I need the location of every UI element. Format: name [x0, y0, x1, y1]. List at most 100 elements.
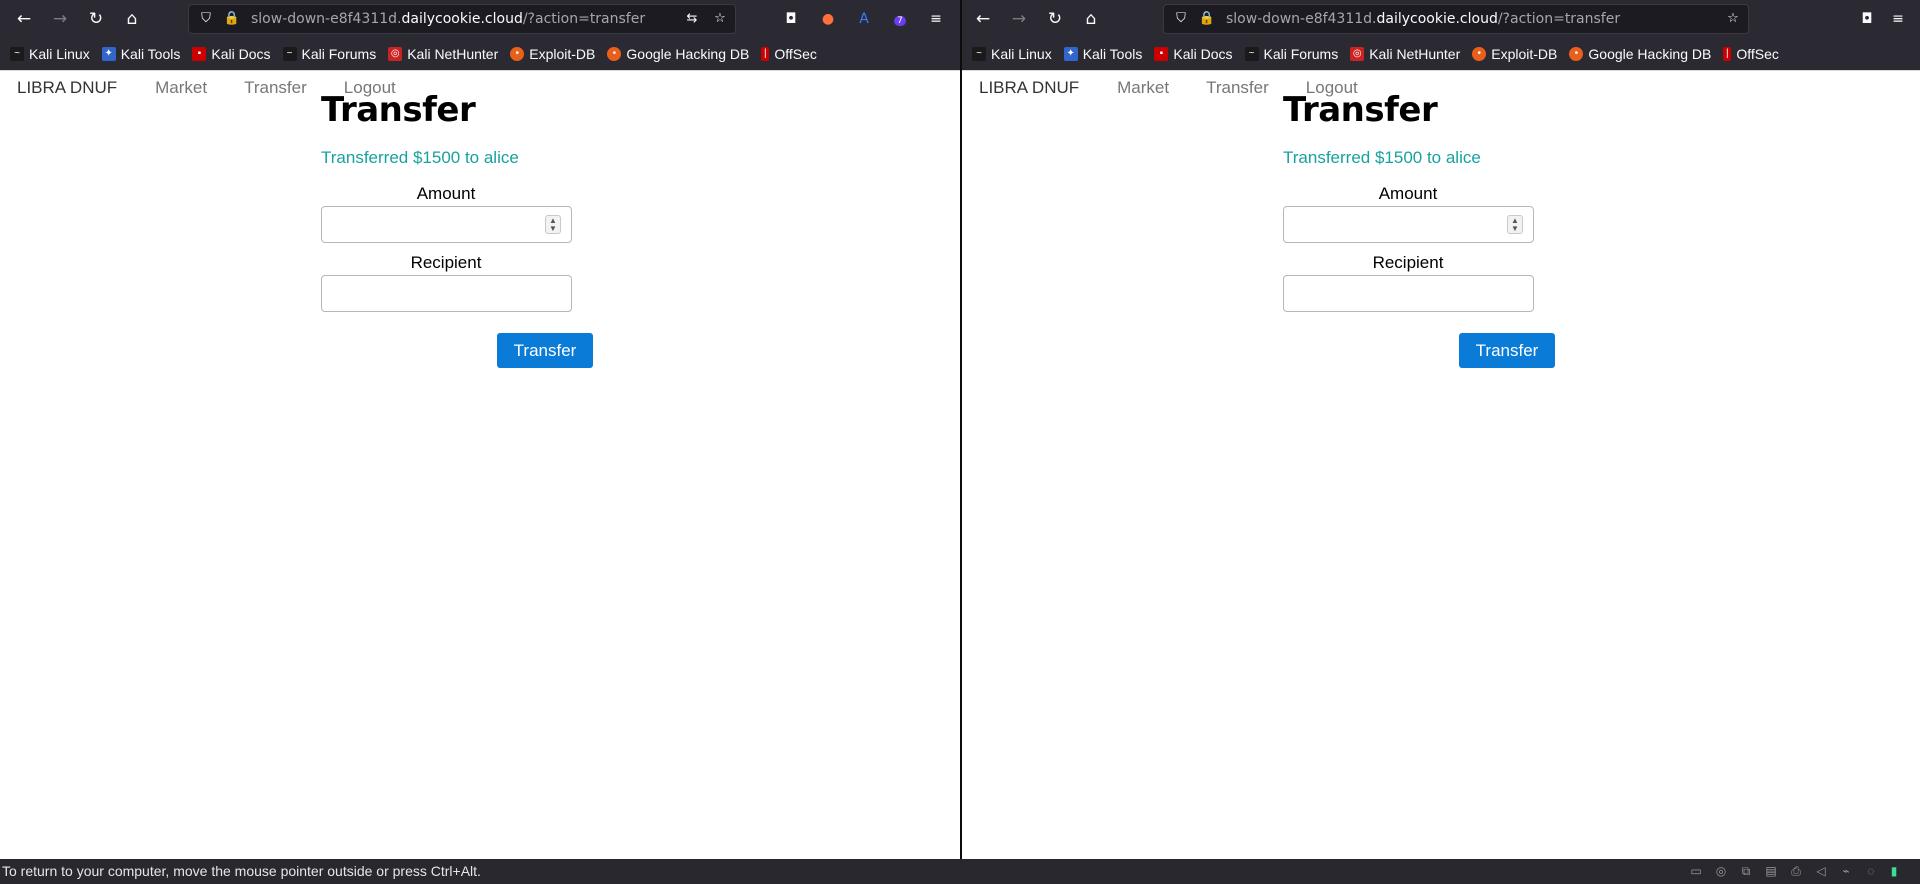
- bookmark-label: Exploit-DB: [529, 46, 596, 62]
- bookmark-kali-docs[interactable]: ▪ Kali Docs: [1154, 46, 1233, 62]
- home-button[interactable]: ⌂: [1078, 6, 1104, 32]
- bookmark-kali-docs[interactable]: ▪ Kali Docs: [192, 46, 271, 62]
- bookmark-exploit-db[interactable]: • Exploit-DB: [1472, 46, 1557, 62]
- url-text[interactable]: slow-down-e8f4311d.dailycookie.cloud/?ac…: [1226, 11, 1620, 27]
- nav-market[interactable]: Market: [155, 78, 207, 98]
- home-button[interactable]: ⌂: [119, 6, 145, 32]
- status-message: To return to your computer, move the mou…: [2, 863, 481, 879]
- pocket-icon[interactable]: ◘: [780, 8, 802, 30]
- bookmark-kali-linux[interactable]: ~ Kali Linux: [972, 46, 1052, 62]
- amount-input[interactable]: ▲ ▼: [321, 206, 572, 243]
- reload-button[interactable]: ↻: [1042, 6, 1068, 32]
- bookmark-offsec[interactable]: | OffSec: [1723, 46, 1779, 62]
- keyboard-capture-icon[interactable]: ▮: [1886, 863, 1902, 879]
- hdd-icon[interactable]: ▭: [1688, 863, 1704, 879]
- vm-screen: ← → ↻ ⌂ ⛉ 🔒 slow-down-e8f4311d.dailycook…: [0, 0, 1920, 884]
- amount-input[interactable]: ▲ ▼: [1283, 206, 1534, 243]
- bookmark-label: Kali Tools: [1082, 46, 1143, 62]
- bookmark-kali-linux[interactable]: ~ Kali Linux: [10, 46, 90, 62]
- page-title: Transfer: [321, 90, 476, 130]
- lock-icon[interactable]: 🔒: [1198, 10, 1216, 28]
- bookmark-kali-forums[interactable]: ~ Kali Forums: [282, 46, 377, 62]
- page-title: Transfer: [1283, 90, 1438, 130]
- bookmark-star-icon[interactable]: ☆: [1724, 10, 1742, 28]
- url-bar[interactable]: ⛉ 🔒 slow-down-e8f4311d.dailycookie.cloud…: [188, 4, 736, 34]
- bookmark-kali-tools[interactable]: ✦ Kali Tools: [101, 46, 181, 62]
- usb-icon[interactable]: ⌁: [1838, 863, 1854, 879]
- optical-drive-icon[interactable]: ◎: [1713, 863, 1729, 879]
- forward-button[interactable]: →: [1006, 6, 1032, 32]
- recipient-input[interactable]: [1283, 275, 1534, 312]
- shield-icon[interactable]: ⛉: [197, 10, 215, 28]
- transfer-submit-button[interactable]: Transfer: [497, 333, 593, 368]
- forward-button[interactable]: →: [47, 6, 73, 32]
- browser-toolbar: ← → ↻ ⌂ ⛉ 🔒 slow-down-e8f4311d.dailycook…: [0, 0, 960, 38]
- pocket-icon[interactable]: ◘: [1856, 8, 1878, 30]
- menu-icon[interactable]: ≡: [1887, 8, 1909, 30]
- back-button[interactable]: ←: [970, 6, 996, 32]
- translate-icon[interactable]: ⇆: [683, 10, 701, 28]
- exploit-db-icon: •: [510, 47, 525, 61]
- lock-icon[interactable]: 🔒: [223, 10, 241, 28]
- recipient-label: Recipient: [410, 253, 482, 272]
- capture-icon[interactable]: ◌: [1863, 863, 1879, 879]
- bookmark-label: OffSec: [774, 46, 817, 62]
- bookmark-label: Kali Forums: [301, 46, 377, 62]
- bookmark-label: Kali Docs: [211, 46, 271, 62]
- bookmark-google-hacking-db[interactable]: • Google Hacking DB: [607, 46, 749, 62]
- bookmark-label: Kali Tools: [120, 46, 181, 62]
- success-message: Transferred $1500 to alice: [321, 148, 519, 167]
- shared-folder-icon[interactable]: ▤: [1763, 863, 1779, 879]
- menu-icon[interactable]: ≡: [925, 8, 947, 30]
- browser-toolbar: ← → ↻ ⌂ ⛉ 🔒 slow-down-e8f4311d.dailycook…: [962, 0, 1920, 38]
- browser-window-right: ← → ↻ ⌂ ⛉ 🔒 slow-down-e8f4311d.dailycook…: [962, 0, 1920, 859]
- bookmark-star-icon[interactable]: ☆: [711, 10, 729, 28]
- amount-spinner[interactable]: ▲ ▼: [545, 215, 561, 234]
- url-text[interactable]: slow-down-e8f4311d.dailycookie.cloud/?ac…: [251, 11, 645, 27]
- kali-nethunter-icon: ◎: [388, 47, 403, 61]
- nav-transfer[interactable]: Transfer: [244, 78, 307, 98]
- google-hacking-db-icon: •: [607, 47, 622, 61]
- transfer-submit-button[interactable]: Transfer: [1459, 333, 1555, 368]
- bookmark-label: Kali NetHunter: [1369, 46, 1461, 62]
- back-button[interactable]: ←: [11, 6, 37, 32]
- amount-label: Amount: [1378, 184, 1438, 203]
- bookmark-kali-nethunter[interactable]: ◎ Kali NetHunter: [1350, 46, 1460, 62]
- bookmark-kali-forums[interactable]: ~ Kali Forums: [1244, 46, 1339, 62]
- foxyproxy-icon[interactable]: ●: [817, 8, 839, 30]
- bookmark-label: Google Hacking DB: [1588, 46, 1712, 62]
- amount-label: Amount: [416, 184, 476, 203]
- nav-market[interactable]: Market: [1117, 78, 1169, 98]
- url-bar[interactable]: ⛉ 🔒 slow-down-e8f4311d.dailycookie.cloud…: [1163, 4, 1749, 34]
- bookmark-label: Kali Forums: [1263, 46, 1339, 62]
- bookmark-google-hacking-db[interactable]: • Google Hacking DB: [1569, 46, 1711, 62]
- vm-status-bar: To return to your computer, move the mou…: [0, 859, 1920, 884]
- network-icon[interactable]: ⧉: [1738, 863, 1754, 879]
- bookmark-offsec[interactable]: | OffSec: [761, 46, 817, 62]
- bookmark-exploit-db[interactable]: • Exploit-DB: [510, 46, 595, 62]
- kali-tools-icon: ✦: [101, 47, 116, 61]
- web-page: LIBRA DNUF Market Transfer Logout Transf…: [0, 70, 960, 859]
- success-message: Transferred $1500 to alice: [1283, 148, 1481, 167]
- extension-badge-icon[interactable]: 7: [889, 8, 911, 30]
- offsec-icon: |: [1723, 47, 1732, 61]
- kali-docs-icon: ▪: [1154, 47, 1169, 61]
- extension-icon[interactable]: A: [853, 8, 875, 30]
- web-page: LIBRA DNUF Market Transfer Logout Transf…: [962, 70, 1920, 859]
- reload-button[interactable]: ↻: [83, 6, 109, 32]
- printer-icon[interactable]: ⎙: [1788, 863, 1804, 879]
- amount-spinner[interactable]: ▲ ▼: [1507, 215, 1523, 234]
- google-hacking-db-icon: •: [1569, 47, 1584, 61]
- bookmark-kali-tools[interactable]: ✦ Kali Tools: [1063, 46, 1143, 62]
- recipient-input[interactable]: [321, 275, 572, 312]
- site-brand[interactable]: LIBRA DNUF: [979, 78, 1079, 98]
- bookmarks-bar: ~ Kali Linux ✦ Kali Tools ▪ Kali Docs ~ Kali…: [962, 38, 1920, 70]
- nav-transfer[interactable]: Transfer: [1206, 78, 1269, 98]
- kali-tools-icon: ✦: [1063, 47, 1078, 61]
- site-brand[interactable]: LIBRA DNUF: [17, 78, 117, 98]
- audio-icon[interactable]: ◁: [1813, 863, 1829, 879]
- kali-forums-icon: ~: [1244, 47, 1259, 61]
- bookmark-label: OffSec: [1736, 46, 1779, 62]
- bookmark-kali-nethunter[interactable]: ◎ Kali NetHunter: [388, 46, 498, 62]
- shield-icon[interactable]: ⛉: [1172, 10, 1190, 28]
